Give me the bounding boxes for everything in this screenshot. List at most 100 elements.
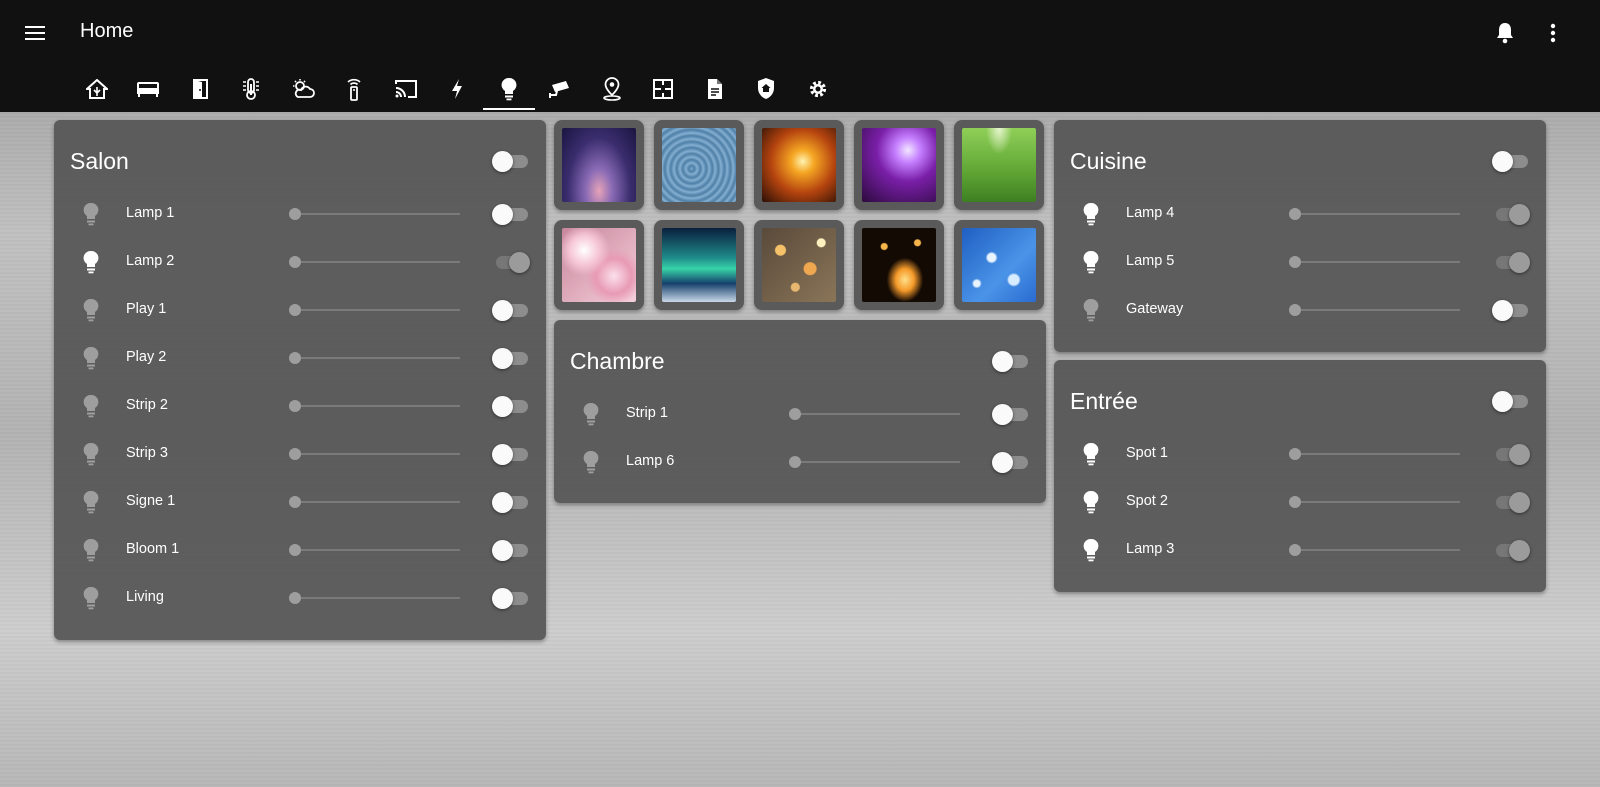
light-toggle[interactable] bbox=[492, 539, 530, 561]
tab-doors[interactable] bbox=[174, 66, 226, 112]
brightness-slider[interactable] bbox=[289, 352, 460, 364]
scene-golden-grass[interactable] bbox=[754, 120, 844, 210]
brightness-slider[interactable] bbox=[1289, 496, 1460, 508]
slider-knob[interactable] bbox=[289, 544, 301, 556]
tab-security[interactable] bbox=[741, 66, 793, 112]
lightbulb-icon[interactable] bbox=[82, 202, 104, 226]
light-toggle[interactable] bbox=[1492, 491, 1530, 513]
lightbulb-icon[interactable] bbox=[1082, 298, 1104, 322]
tab-cameras[interactable] bbox=[535, 66, 587, 112]
slider-knob[interactable] bbox=[289, 304, 301, 316]
lightbulb-icon[interactable] bbox=[1082, 538, 1104, 562]
lightbulb-icon[interactable] bbox=[82, 346, 104, 370]
tab-living[interactable] bbox=[123, 66, 175, 112]
brightness-slider[interactable] bbox=[289, 208, 460, 220]
tab-home[interactable] bbox=[71, 66, 123, 112]
lightbulb-icon[interactable] bbox=[82, 586, 104, 610]
brightness-slider[interactable] bbox=[289, 592, 460, 604]
hamburger-menu-icon[interactable] bbox=[20, 18, 50, 48]
light-toggle[interactable] bbox=[492, 491, 530, 513]
slider-knob[interactable] bbox=[1289, 208, 1301, 220]
light-toggle[interactable] bbox=[492, 203, 530, 225]
lightbulb-icon[interactable] bbox=[1082, 442, 1104, 466]
lightbulb-icon[interactable] bbox=[82, 250, 104, 274]
tab-location[interactable] bbox=[586, 66, 638, 112]
slider-knob[interactable] bbox=[289, 256, 301, 268]
scene-football-field[interactable] bbox=[954, 120, 1044, 210]
light-toggle[interactable] bbox=[492, 443, 530, 465]
brightness-slider[interactable] bbox=[289, 256, 460, 268]
tab-lights[interactable] bbox=[483, 66, 535, 112]
brightness-slider[interactable] bbox=[1289, 256, 1460, 268]
brightness-slider[interactable] bbox=[1289, 208, 1460, 220]
scene-cherry-blossom[interactable] bbox=[554, 220, 644, 310]
light-toggle[interactable] bbox=[492, 251, 530, 273]
brightness-slider[interactable] bbox=[289, 304, 460, 316]
light-toggle[interactable] bbox=[492, 299, 530, 321]
brightness-slider[interactable] bbox=[1289, 544, 1460, 556]
light-toggle[interactable] bbox=[492, 587, 530, 609]
lightbulb-icon[interactable] bbox=[582, 402, 604, 426]
group-toggle[interactable] bbox=[992, 350, 1030, 372]
brightness-slider[interactable] bbox=[789, 408, 960, 420]
tab-floorplan[interactable] bbox=[638, 66, 690, 112]
light-toggle[interactable] bbox=[1492, 443, 1530, 465]
slider-knob[interactable] bbox=[289, 208, 301, 220]
lightbulb-icon[interactable] bbox=[1082, 250, 1104, 274]
tab-weather[interactable] bbox=[277, 66, 329, 112]
lightbulb-icon[interactable] bbox=[582, 450, 604, 474]
slider-knob[interactable] bbox=[1289, 496, 1301, 508]
scene-blue-sand[interactable] bbox=[654, 120, 744, 210]
scene-candles[interactable] bbox=[854, 220, 944, 310]
notifications-icon[interactable] bbox=[1490, 18, 1520, 48]
slider-knob[interactable] bbox=[289, 496, 301, 508]
brightness-slider[interactable] bbox=[289, 400, 460, 412]
slider-knob[interactable] bbox=[289, 448, 301, 460]
slider-knob[interactable] bbox=[289, 400, 301, 412]
scene-snowflakes[interactable] bbox=[954, 220, 1044, 310]
tab-cast[interactable] bbox=[380, 66, 432, 112]
slider-knob[interactable] bbox=[1289, 256, 1301, 268]
light-toggle[interactable] bbox=[1492, 251, 1530, 273]
tab-logbook[interactable] bbox=[689, 66, 741, 112]
light-toggle[interactable] bbox=[492, 347, 530, 369]
slider-knob[interactable] bbox=[289, 592, 301, 604]
slider-knob[interactable] bbox=[1289, 304, 1301, 316]
light-toggle[interactable] bbox=[1492, 539, 1530, 561]
tab-energy[interactable] bbox=[432, 66, 484, 112]
light-toggle[interactable] bbox=[1492, 203, 1530, 225]
brightness-slider[interactable] bbox=[289, 448, 460, 460]
group-toggle[interactable] bbox=[1492, 150, 1530, 172]
slider-knob[interactable] bbox=[789, 408, 801, 420]
slider-knob[interactable] bbox=[789, 456, 801, 468]
brightness-slider[interactable] bbox=[289, 544, 460, 556]
more-vertical-icon[interactable] bbox=[1538, 18, 1568, 48]
slider-knob[interactable] bbox=[1289, 448, 1301, 460]
lightbulb-icon[interactable] bbox=[82, 490, 104, 514]
brightness-slider[interactable] bbox=[1289, 448, 1460, 460]
scene-bokeh-lights[interactable] bbox=[754, 220, 844, 310]
lightbulb-icon[interactable] bbox=[82, 442, 104, 466]
tab-climate[interactable] bbox=[226, 66, 278, 112]
lightbulb-icon[interactable] bbox=[82, 538, 104, 562]
tab-settings[interactable] bbox=[792, 66, 844, 112]
tab-remote[interactable] bbox=[329, 66, 381, 112]
slider-knob[interactable] bbox=[1289, 544, 1301, 556]
slider-knob[interactable] bbox=[289, 352, 301, 364]
lightbulb-icon[interactable] bbox=[82, 298, 104, 322]
scene-disco-ball[interactable] bbox=[854, 120, 944, 210]
brightness-slider[interactable] bbox=[1289, 304, 1460, 316]
group-toggle[interactable] bbox=[492, 150, 530, 172]
light-toggle[interactable] bbox=[992, 451, 1030, 473]
lightbulb-icon[interactable] bbox=[1082, 490, 1104, 514]
brightness-slider[interactable] bbox=[289, 496, 460, 508]
group-toggle[interactable] bbox=[1492, 390, 1530, 412]
scene-tropical-sunset[interactable] bbox=[554, 120, 644, 210]
brightness-slider[interactable] bbox=[789, 456, 960, 468]
scene-aurora[interactable] bbox=[654, 220, 744, 310]
light-toggle[interactable] bbox=[992, 403, 1030, 425]
lightbulb-icon[interactable] bbox=[82, 394, 104, 418]
light-toggle[interactable] bbox=[1492, 299, 1530, 321]
light-toggle[interactable] bbox=[492, 395, 530, 417]
lightbulb-icon[interactable] bbox=[1082, 202, 1104, 226]
